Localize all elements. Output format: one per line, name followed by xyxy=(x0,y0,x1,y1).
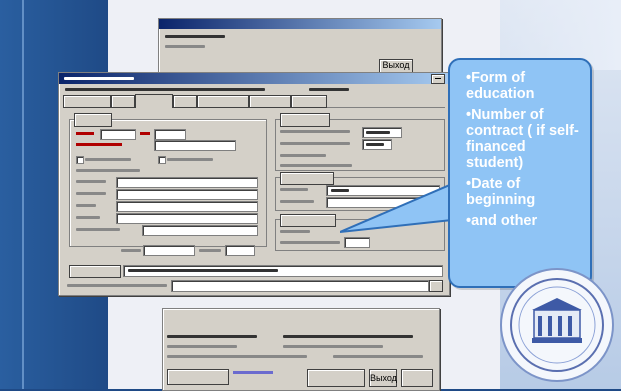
tab-7[interactable] xyxy=(291,95,327,108)
field-1[interactable] xyxy=(100,129,136,140)
callout-item-4: •and other xyxy=(466,213,538,229)
tab-5[interactable] xyxy=(197,95,249,108)
personal-data-group xyxy=(69,113,267,247)
field-5[interactable] xyxy=(116,189,258,200)
contract-date[interactable] xyxy=(362,139,392,150)
field-8[interactable] xyxy=(142,225,258,236)
close-icon xyxy=(435,78,441,79)
status-group-button[interactable] xyxy=(280,214,336,227)
callout-item-3: •Date of beginning xyxy=(466,176,536,208)
bottom-select-dropdown[interactable] xyxy=(429,280,443,292)
back-window-label-2 xyxy=(165,45,205,48)
bottom-info-field xyxy=(123,265,443,277)
education-group-button[interactable] xyxy=(280,172,334,185)
bottom-window-main-button[interactable] xyxy=(307,369,365,387)
required-label-1 xyxy=(76,132,94,135)
back-window-title-bar xyxy=(159,19,441,29)
contract-label-1 xyxy=(280,130,350,133)
field-4[interactable] xyxy=(116,177,258,188)
small-label-1 xyxy=(121,249,141,252)
education-label-1 xyxy=(280,188,308,191)
tab-6[interactable] xyxy=(249,95,291,108)
contract-date-value xyxy=(366,143,384,146)
bottom-select[interactable] xyxy=(171,280,429,292)
required-label-2 xyxy=(140,132,150,135)
callout-item-2: •Number of contract ( if self-financed s… xyxy=(466,107,579,171)
bottom-window-text-6 xyxy=(333,355,423,358)
bottom-window-exit-button[interactable]: Выход xyxy=(369,369,397,387)
form-close-button[interactable] xyxy=(431,74,445,84)
bottom-window-text-3 xyxy=(167,345,237,348)
tab-strip xyxy=(63,94,445,108)
form-subtitle-right xyxy=(309,88,349,91)
section-label xyxy=(76,169,140,172)
tab-active[interactable] xyxy=(135,94,173,108)
personal-group-button[interactable] xyxy=(74,113,112,127)
contract-label-2 xyxy=(280,142,350,145)
field-6[interactable] xyxy=(116,201,258,212)
callout-text: •Form of education •Number of contract (… xyxy=(466,70,584,234)
left-decor-line xyxy=(22,0,24,389)
field-label-7 xyxy=(76,216,100,219)
bottom-window-left-button[interactable] xyxy=(167,369,229,385)
small-field-2[interactable] xyxy=(225,245,255,256)
contract-label-4 xyxy=(280,164,352,167)
field-label-5 xyxy=(76,192,106,195)
tab-4[interactable] xyxy=(173,95,197,108)
field-7[interactable] xyxy=(116,213,258,224)
form-title-bar xyxy=(59,73,449,84)
callout-pointer xyxy=(340,182,452,233)
bottom-info-value xyxy=(128,269,278,272)
form-title xyxy=(64,77,134,80)
bottom-window-text-2 xyxy=(283,335,413,338)
tab-1[interactable] xyxy=(63,95,111,108)
university-seal-icon xyxy=(500,268,614,382)
checkbox-label-2 xyxy=(167,158,213,161)
tab-2[interactable] xyxy=(111,95,135,108)
checkbox-2[interactable] xyxy=(158,156,166,164)
education-label-2 xyxy=(280,200,314,203)
small-field-1[interactable] xyxy=(143,245,195,256)
status-label-2 xyxy=(280,241,340,244)
bottom-window-text-1 xyxy=(167,335,257,338)
contract-number[interactable] xyxy=(362,127,402,138)
small-label-2 xyxy=(199,249,221,252)
bottom-window-link[interactable] xyxy=(233,371,273,374)
contract-label-3 xyxy=(280,154,326,157)
bottom-window-text-4 xyxy=(283,345,383,348)
contract-group-button[interactable] xyxy=(280,113,330,127)
field-label-4 xyxy=(76,180,106,183)
back-window: Выход xyxy=(158,18,442,80)
field-label-8 xyxy=(76,228,120,231)
seal-graphic xyxy=(510,278,604,372)
bottom-label xyxy=(67,284,167,287)
checkbox-label-1 xyxy=(85,158,131,161)
back-window-label-1 xyxy=(165,35,225,38)
checkbox-1[interactable] xyxy=(76,156,84,164)
status-label-1 xyxy=(280,230,310,233)
field-3[interactable] xyxy=(154,140,236,151)
contract-group xyxy=(275,113,445,171)
contract-number-value xyxy=(366,131,390,134)
bottom-action-button[interactable] xyxy=(69,265,121,278)
required-label-3 xyxy=(76,143,122,146)
bottom-window-print-button[interactable] xyxy=(401,369,433,387)
field-label-6 xyxy=(76,204,96,207)
bottom-window-text-5 xyxy=(167,355,307,358)
field-2[interactable] xyxy=(154,129,186,140)
bottom-window: Выход xyxy=(162,308,440,391)
form-subtitle xyxy=(65,88,265,91)
callout-item-1: •Form of education xyxy=(466,70,535,102)
